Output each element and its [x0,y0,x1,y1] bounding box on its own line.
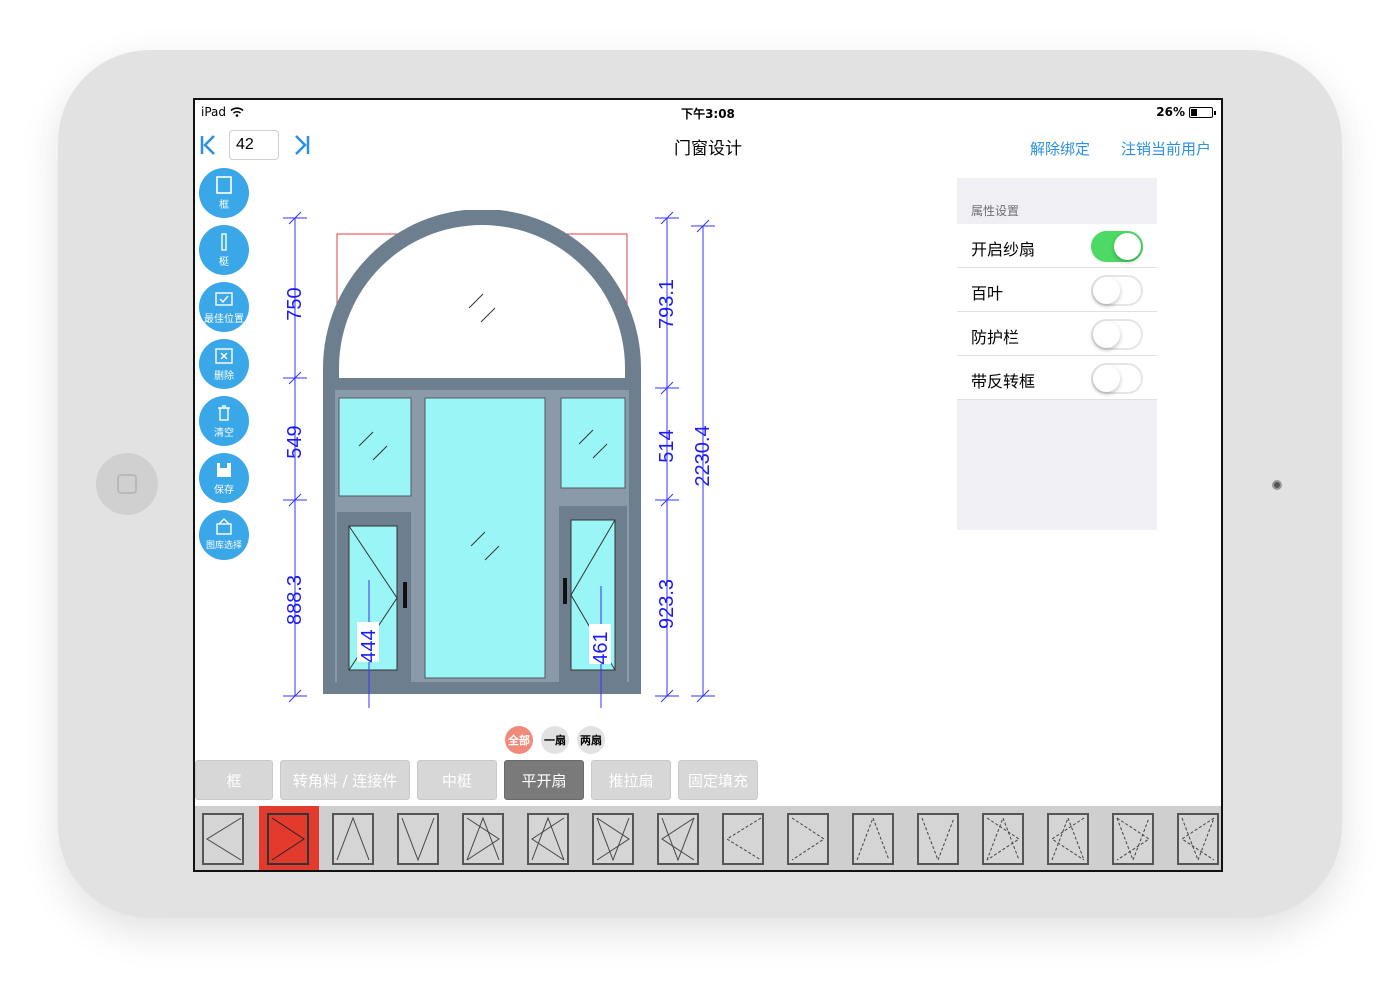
frame-icon [216,176,232,194]
home-button[interactable] [96,453,158,515]
dim-right-top: 793.1 [656,279,678,329]
filter-one-sash[interactable]: 一扇 [541,726,569,754]
tab-mullion[interactable]: 中梃 [417,760,497,800]
thumb-15[interactable] [1112,813,1154,865]
clock: 下午3:08 [681,107,735,121]
thumb-2[interactable] [267,813,309,865]
category-tabs: 框 转角料 / 连接件 中梃 平开扇 推拉扇 固定填充 [195,760,758,800]
mullion-tool-button[interactable]: 梃 [199,225,249,275]
thumb-7[interactable] [592,813,634,865]
gallery-tool-button[interactable]: 图库选择 [199,510,249,560]
thumb-5[interactable] [462,813,504,865]
thumb-1[interactable] [202,813,244,865]
left-handle [403,582,407,608]
property-row-screen-sash: 开启纱扇 [957,224,1157,268]
dim-left-top: 750 [284,287,306,320]
gallery-icon [216,518,232,535]
unbind-button[interactable]: 解除绑定 [1030,138,1090,159]
thumb-10[interactable] [787,813,829,865]
guard-rail-toggle[interactable] [1091,319,1143,350]
thumb-4[interactable] [397,813,439,865]
property-panel: 属性设置 开启纱扇 百叶 防护栏 带反转框 [957,178,1157,530]
logout-button[interactable]: 注销当前用户 [1121,138,1211,159]
battery-icon [1189,106,1216,118]
thumb-12[interactable] [917,813,959,865]
status-bar: iPad 下午3:08 26% [195,100,1221,122]
louver-toggle[interactable] [1091,275,1143,306]
camera-icon [1272,480,1282,490]
tab-casement-sash[interactable]: 平开扇 [504,760,584,800]
sash-thumbnail-strip [195,806,1221,870]
dim-left-bottom: 888.3 [284,575,306,625]
center-glass [424,397,546,679]
delete-icon [215,348,233,364]
dim-right-middle: 514 [656,429,678,462]
dim-left-middle: 549 [284,425,306,458]
right-handle [563,578,567,604]
home-icon [117,474,137,494]
property-panel-header: 属性设置 [971,204,1020,218]
delete-tool-button[interactable]: 删除 [199,339,249,389]
dim-left-sash: 444 [358,629,380,662]
mullion-icon [221,233,227,251]
dim-right-bottom: 923.3 [656,579,678,629]
thumb-3[interactable] [332,813,374,865]
screen: iPad 下午3:08 26% 42 门窗设计 解除绑定 注销当前用户 框 梃 … [193,98,1223,872]
best-position-icon [215,292,233,306]
reverse-frame-toggle[interactable] [1091,363,1143,394]
thumb-8[interactable] [657,813,699,865]
tab-corner-connector[interactable]: 转角料 / 连接件 [280,760,410,800]
save-tool-button[interactable]: 保存 [199,453,249,503]
frame-tool-button[interactable]: 框 [199,168,249,218]
thumb-14[interactable] [1047,813,1089,865]
tab-frame[interactable]: 框 [195,760,273,800]
left-top-glass [338,397,412,497]
property-row-guard-rail: 防护栏 [957,312,1157,356]
nav-bar: 42 门窗设计 解除绑定 注销当前用户 [195,124,1221,168]
sash-filter: 全部 一扇 两扇 [505,726,605,754]
thumbnail-graphics [202,813,1219,865]
window-drawing[interactable]: 750 549 888.3 793.1 514 923.3 2230.4 444… [255,210,735,730]
right-top-glass [560,397,626,489]
best-position-tool-button[interactable]: 最佳位置 [199,282,249,332]
battery-percent: 26% [1156,105,1185,119]
thumb-11[interactable] [852,813,894,865]
screen-sash-toggle[interactable] [1091,231,1143,262]
dim-right-sash: 461 [590,631,612,664]
thumb-6[interactable] [527,813,569,865]
filter-all[interactable]: 全部 [505,726,533,754]
thumb-16[interactable] [1177,813,1219,865]
save-icon [217,463,231,477]
filter-two-sash[interactable]: 两扇 [577,726,605,754]
thumb-9[interactable] [722,813,764,865]
property-row-louver: 百叶 [957,268,1157,312]
tab-sliding-sash[interactable]: 推拉扇 [591,760,671,800]
tab-fixed-fill[interactable]: 固定填充 [678,760,758,800]
trash-icon [218,405,230,421]
thumb-13[interactable] [982,813,1024,865]
property-row-reverse-frame: 带反转框 [957,356,1157,400]
clear-tool-button[interactable]: 清空 [199,396,249,446]
dim-total-height: 2230.4 [692,425,714,486]
